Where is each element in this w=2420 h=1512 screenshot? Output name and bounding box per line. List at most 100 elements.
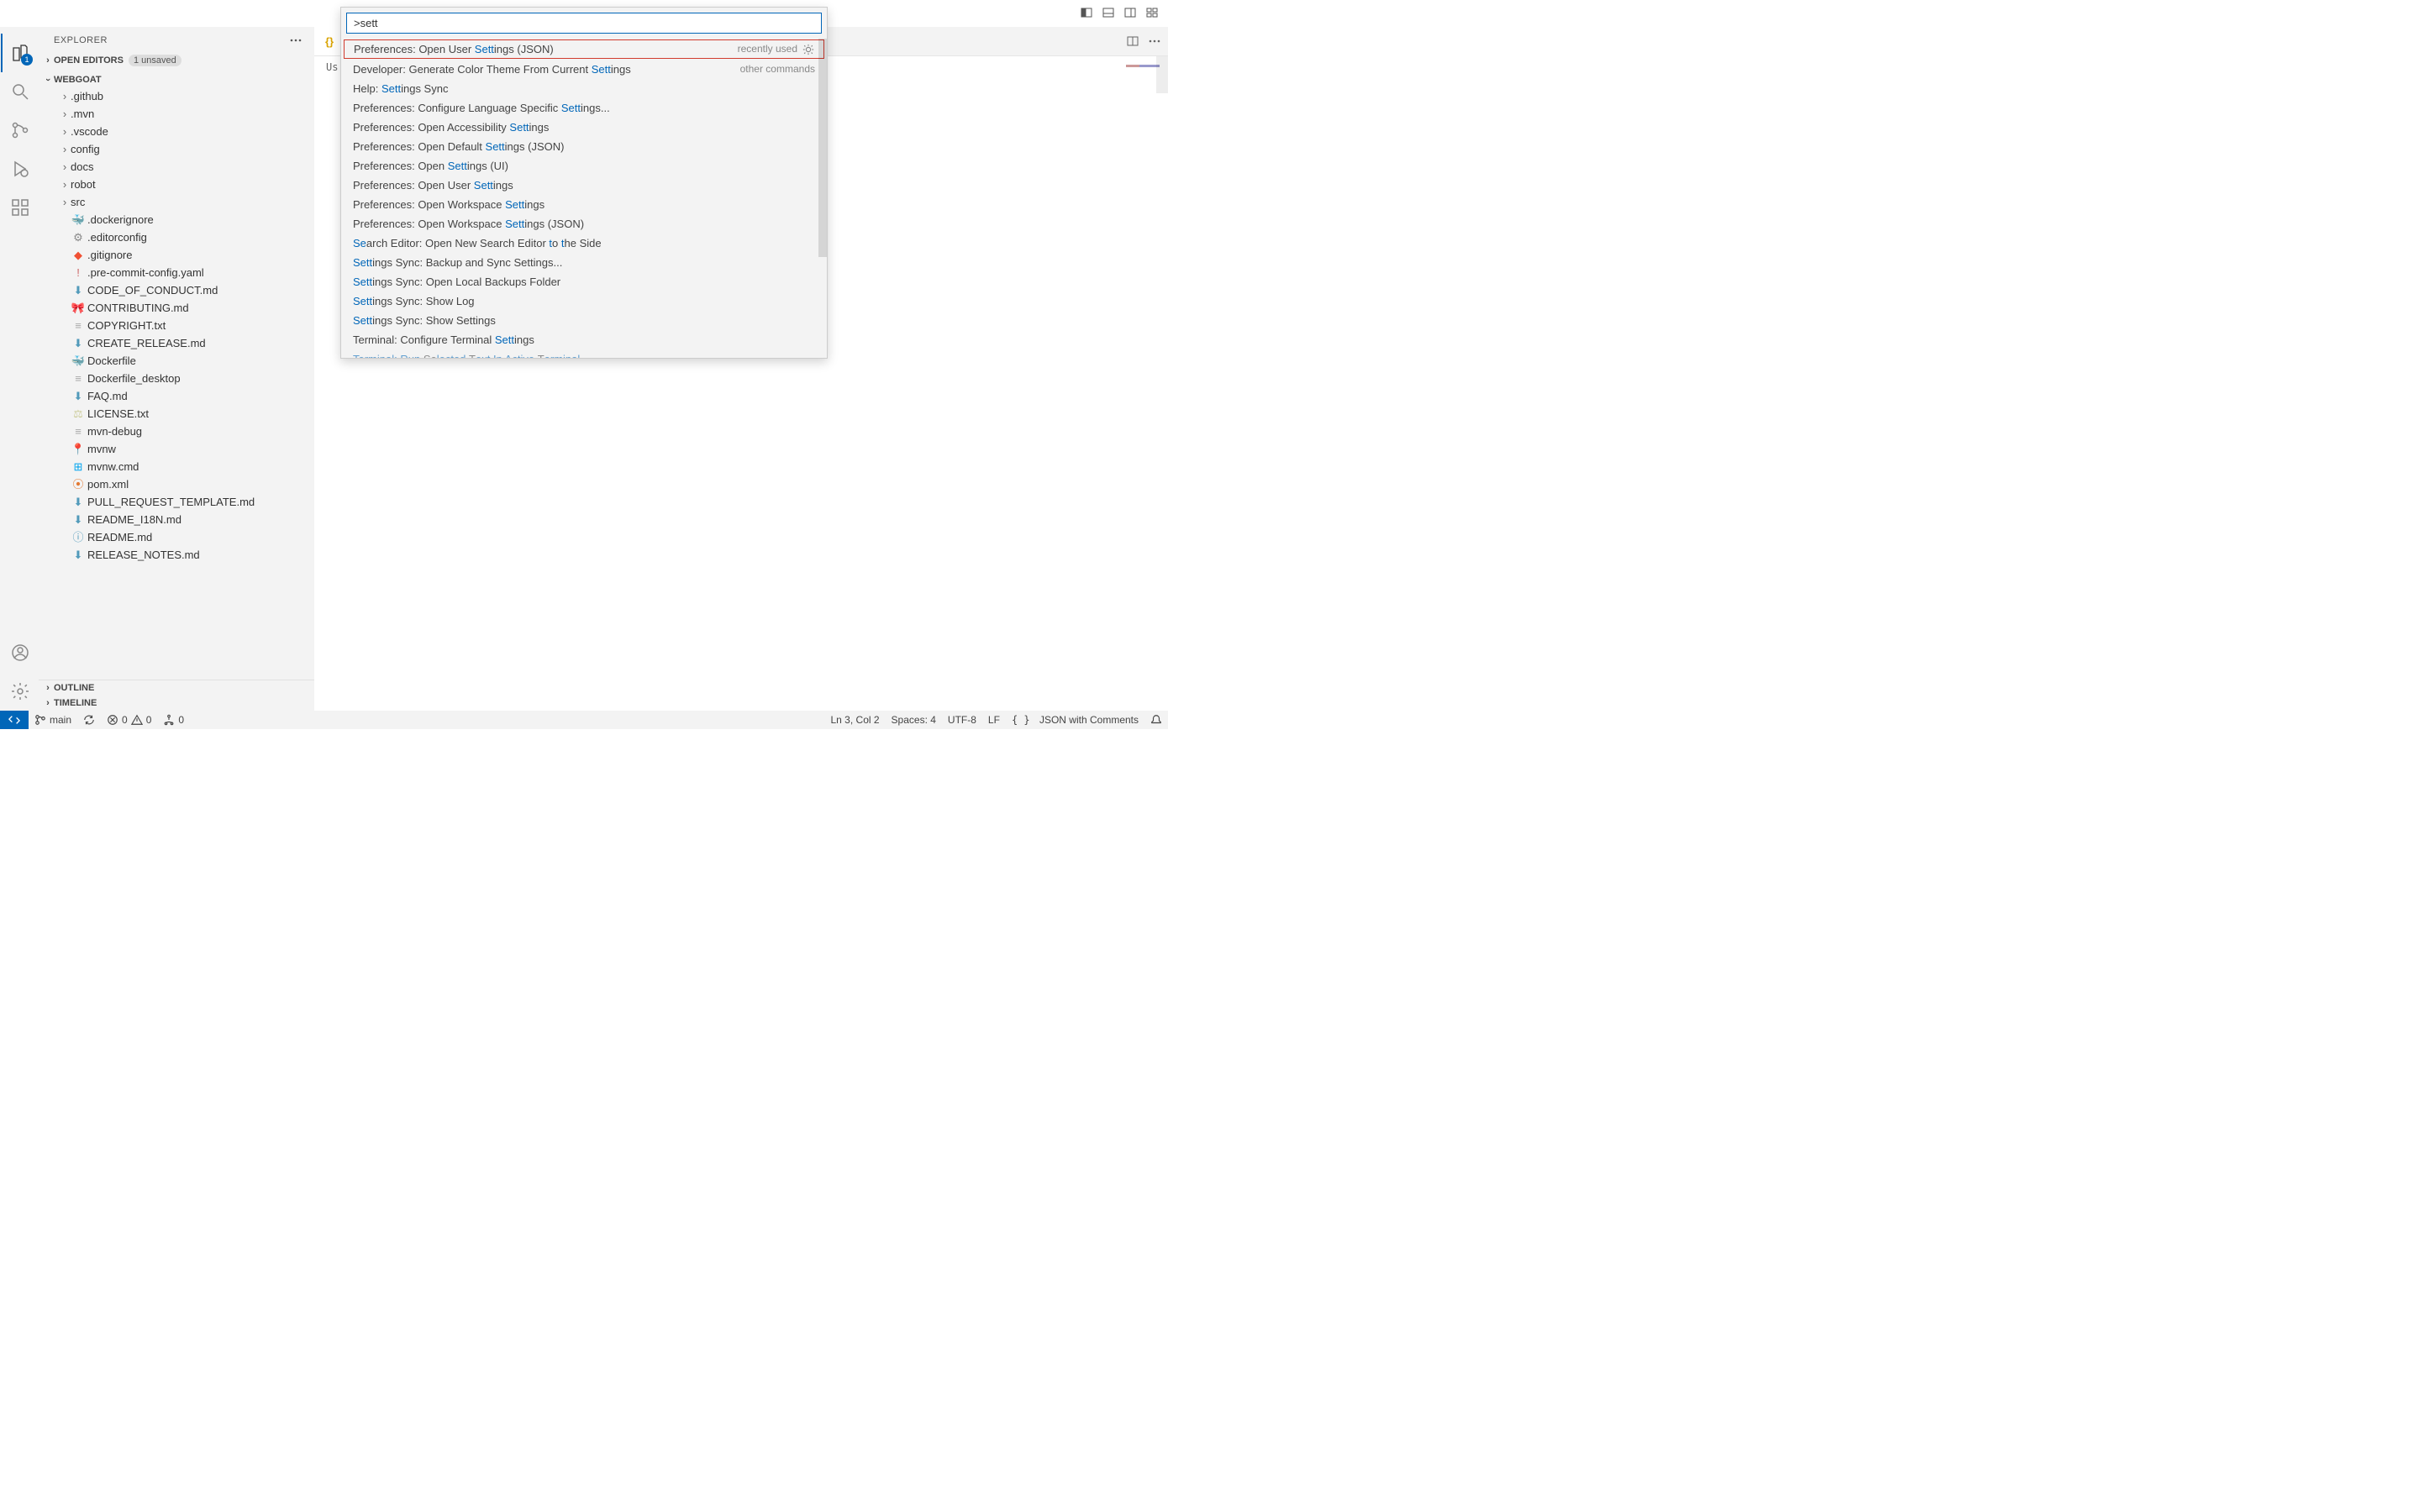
customize-layout-icon[interactable] — [1144, 5, 1160, 20]
cursor-position[interactable]: Ln 3, Col 2 — [825, 714, 886, 726]
tab-more-icon[interactable] — [1148, 34, 1161, 48]
encoding[interactable]: UTF-8 — [942, 714, 982, 726]
timeline-section[interactable]: › TIMELINE — [39, 696, 314, 711]
chevron-right-icon: › — [59, 106, 71, 123]
toggle-panel-icon[interactable] — [1101, 5, 1116, 20]
file-tree: ›.github›.mvn›.vscode›config›docs›robot›… — [39, 87, 314, 564]
palette-item-label: Settings Sync: Backup and Sync Settings.… — [353, 255, 562, 270]
git-branch[interactable]: main — [29, 714, 77, 726]
project-section[interactable]: › WEBGOAT — [39, 72, 314, 87]
timeline-label: TIMELINE — [54, 698, 97, 708]
file-row[interactable]: ⚖LICENSE.txt — [47, 405, 314, 423]
file-row[interactable]: !.pre-commit-config.yaml — [47, 264, 314, 281]
file-row[interactable]: 📍mvnw — [47, 440, 314, 458]
command-palette-input[interactable] — [346, 13, 822, 34]
folder-row[interactable]: ›config — [47, 140, 314, 158]
file-row[interactable]: ⬇README_I18N.md — [47, 511, 314, 528]
split-editor-icon[interactable] — [1126, 34, 1139, 48]
eol[interactable]: LF — [982, 714, 1006, 726]
command-palette-item[interactable]: Preferences: Open Workspace Settings (JS… — [341, 214, 827, 234]
command-palette-item[interactable]: Preferences: Open Default Settings (JSON… — [341, 137, 827, 156]
file-row[interactable]: ≡COPYRIGHT.txt — [47, 317, 314, 334]
file-label: CREATE_RELEASE.md — [87, 335, 206, 352]
command-palette-item[interactable]: Developer: Generate Color Theme From Cur… — [341, 60, 827, 79]
file-row[interactable]: 🎀CONTRIBUTING.md — [47, 299, 314, 317]
file-label: Dockerfile — [87, 353, 136, 370]
ports-indicator[interactable]: 0 — [157, 714, 190, 726]
command-palette-item[interactable]: Terminal: Configure Terminal Settings — [341, 330, 827, 349]
file-icon: ◆ — [71, 247, 86, 264]
palette-item-label: Help: Settings Sync — [353, 81, 448, 97]
file-label: mvn-debug — [87, 423, 142, 440]
command-palette-item[interactable]: Preferences: Open User Settings (JSON)re… — [344, 39, 824, 59]
indentation[interactable]: Spaces: 4 — [886, 714, 942, 726]
command-palette-item[interactable]: Help: Settings Sync — [341, 79, 827, 98]
command-palette-item[interactable]: Terminal: Run Selected Text In Active Te… — [341, 349, 827, 358]
command-palette-item[interactable]: Settings Sync: Backup and Sync Settings.… — [341, 253, 827, 272]
sidebar-more-icon[interactable] — [289, 34, 302, 47]
file-row[interactable]: ≡Dockerfile_desktop — [47, 370, 314, 387]
file-row[interactable]: ⬇CREATE_RELEASE.md — [47, 334, 314, 352]
activity-explorer[interactable]: 1 — [1, 34, 39, 72]
notifications-icon[interactable] — [1144, 714, 1168, 726]
activity-accounts[interactable] — [1, 633, 39, 672]
activity-source-control[interactable] — [1, 111, 39, 150]
file-row[interactable]: ⓘREADME.md — [47, 528, 314, 546]
language-mode[interactable]: { } JSON with Comments — [1006, 714, 1144, 726]
title-bar-layout-controls — [1079, 5, 1160, 20]
palette-item-label: Preferences: Open Settings (UI) — [353, 158, 508, 174]
folder-row[interactable]: ›docs — [47, 158, 314, 176]
file-icon: ⬇ — [71, 512, 86, 528]
command-palette-item[interactable]: Preferences: Configure Language Specific… — [341, 98, 827, 118]
file-row[interactable]: ⬇RELEASE_NOTES.md — [47, 546, 314, 564]
file-row[interactable]: 🐳.dockerignore — [47, 211, 314, 228]
file-row[interactable]: ⬇CODE_OF_CONDUCT.md — [47, 281, 314, 299]
chevron-right-icon: › — [59, 159, 71, 176]
folder-row[interactable]: ›robot — [47, 176, 314, 193]
open-editors-section[interactable]: › OPEN EDITORS 1 unsaved — [39, 52, 314, 69]
project-name: WEBGOAT — [54, 75, 102, 85]
problems-indicator[interactable]: 0 0 — [101, 714, 157, 726]
folder-row[interactable]: ›.github — [47, 87, 314, 105]
file-row[interactable]: 🐳Dockerfile — [47, 352, 314, 370]
file-row[interactable]: ⬇FAQ.md — [47, 387, 314, 405]
minimap[interactable] — [1076, 56, 1168, 711]
chevron-right-icon: › — [59, 194, 71, 211]
toggle-primary-sidebar-icon[interactable] — [1079, 5, 1094, 20]
file-row[interactable]: ⊞mvnw.cmd — [47, 458, 314, 475]
command-palette-item[interactable]: Preferences: Open Settings (UI) — [341, 156, 827, 176]
file-label: .dockerignore — [87, 212, 154, 228]
command-palette-item[interactable]: Settings Sync: Show Log — [341, 291, 827, 311]
folder-row[interactable]: ›src — [47, 193, 314, 211]
file-row[interactable]: ⚙.editorconfig — [47, 228, 314, 246]
file-icon: ⊞ — [71, 459, 86, 475]
folder-row[interactable]: ›.mvn — [47, 105, 314, 123]
file-row[interactable]: ⦿pom.xml — [47, 475, 314, 493]
file-icon: 🐳 — [71, 353, 86, 370]
remote-indicator[interactable] — [0, 711, 29, 729]
toggle-secondary-sidebar-icon[interactable] — [1123, 5, 1138, 20]
file-icon: 🐳 — [71, 212, 86, 228]
file-icon: ≡ — [71, 370, 86, 387]
command-palette-item[interactable]: Preferences: Open Workspace Settings — [341, 195, 827, 214]
activity-extensions[interactable] — [1, 188, 39, 227]
open-editors-badge: 1 unsaved — [129, 55, 182, 66]
command-palette-item[interactable]: Preferences: Open User Settings — [341, 176, 827, 195]
command-palette-item[interactable]: Settings Sync: Show Settings — [341, 311, 827, 330]
sync-button[interactable] — [77, 714, 101, 726]
command-palette-item[interactable]: Settings Sync: Open Local Backups Folder — [341, 272, 827, 291]
activity-search[interactable] — [1, 72, 39, 111]
activity-run-debug[interactable] — [1, 150, 39, 188]
command-palette-item[interactable]: Preferences: Open Accessibility Settings — [341, 118, 827, 137]
palette-scrollbar[interactable] — [818, 39, 827, 257]
file-row[interactable]: ≡mvn-debug — [47, 423, 314, 440]
folder-label: docs — [71, 159, 93, 176]
file-row[interactable]: ⬇PULL_REQUEST_TEMPLATE.md — [47, 493, 314, 511]
outline-section[interactable]: › OUTLINE — [39, 680, 314, 696]
palette-item-label: Search Editor: Open New Search Editor to… — [353, 235, 602, 251]
folder-row[interactable]: ›.vscode — [47, 123, 314, 140]
activity-settings[interactable] — [1, 672, 39, 711]
command-palette-item[interactable]: Search Editor: Open New Search Editor to… — [341, 234, 827, 253]
file-label: RELEASE_NOTES.md — [87, 547, 200, 564]
file-row[interactable]: ◆.gitignore — [47, 246, 314, 264]
